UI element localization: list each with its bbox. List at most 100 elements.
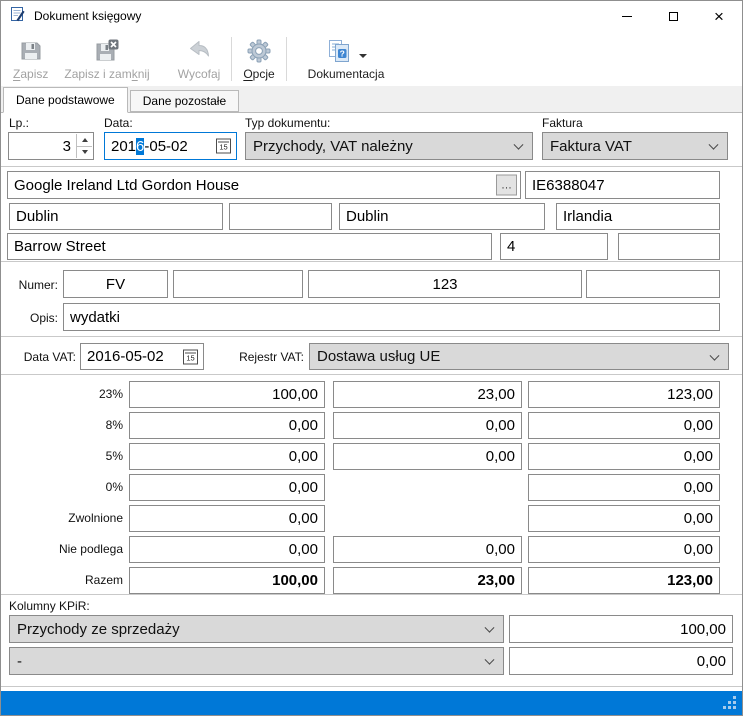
vat-gross-field[interactable]: 0,00 <box>528 505 720 532</box>
contractor-vat-id-field[interactable]: IE6388047 <box>525 171 720 199</box>
tab-dane-pozostale[interactable]: Dane pozostałe <box>130 90 239 112</box>
toolbar-separator <box>231 37 232 81</box>
vat-header-section: Data VAT: 2016-05-02 15 Rejestr VAT: Dos… <box>1 337 742 375</box>
kpir-amount-field[interactable]: 100,00 <box>509 615 733 643</box>
toolbar: Zapisz Zapisz i zamknij Wyc <box>1 31 742 86</box>
number-section: Numer: FV 123 Opis: wydatki <box>1 262 742 337</box>
undo-label: Wycofaj <box>178 67 221 81</box>
contractor-city-field[interactable]: Dublin <box>9 203 223 230</box>
vat-gross-field[interactable]: 123,00 <box>528 381 720 408</box>
invoice-label: Faktura <box>542 116 583 130</box>
contractor-lookup-button[interactable]: … <box>496 175 517 196</box>
kpir-section: Kolumny KPiR: Przychody ze sprzedaży 100… <box>1 595 742 687</box>
options-button[interactable]: Opcje <box>235 32 282 86</box>
number-prefix-field[interactable]: FV <box>63 270 168 298</box>
number-label: Numer: <box>1 278 58 292</box>
number-mid-field[interactable] <box>173 270 303 298</box>
vat-rate-label: Nie podlega <box>1 536 123 563</box>
vat-gross-field[interactable]: 0,00 <box>528 443 720 470</box>
vat-net-field[interactable]: 100,00 <box>129 381 325 408</box>
vat-gross-field[interactable]: 0,00 <box>528 412 720 439</box>
question-mark-glyph: ? <box>339 48 344 58</box>
date-field[interactable]: 2016-05-02 15 <box>104 132 237 160</box>
chevron-down-icon <box>709 140 719 150</box>
undo-arrow-icon <box>186 38 212 64</box>
kpir-label: Kolumny KPiR: <box>9 599 90 613</box>
contractor-postal-field[interactable] <box>229 203 332 230</box>
contractor-city2-field[interactable]: Dublin <box>339 203 545 230</box>
documentation-button[interactable]: ? Dokumentacja <box>300 32 393 86</box>
text-selection: 6 <box>136 138 144 155</box>
vat-date-label: Data VAT: <box>1 350 76 364</box>
vat-net-field[interactable]: 0,00 <box>129 443 325 470</box>
vat-rate-label: 0% <box>1 474 123 501</box>
undo-button: Wycofaj <box>170 32 229 86</box>
number-value-field[interactable]: 123 <box>308 270 582 298</box>
save-and-close-button: Zapisz i zamknij <box>56 32 157 86</box>
chevron-down-icon <box>485 655 495 665</box>
vat-rate-label: 23% <box>1 381 123 408</box>
kpir-column-dropdown[interactable]: - <box>9 647 504 675</box>
chevron-down-icon <box>485 623 495 633</box>
save-button: Zapisz <box>5 32 56 86</box>
vat-net-field[interactable]: 0,00 <box>129 505 325 532</box>
app-icon <box>10 6 26 27</box>
vat-tax-field[interactable]: 0,00 <box>333 412 522 439</box>
minimize-button[interactable] <box>604 1 650 31</box>
doc-type-dropdown[interactable]: Przychody, VAT należny <box>245 132 533 160</box>
tab-page: Lp.: Data: Typ dokumentu: Faktura 3 2016… <box>1 113 742 691</box>
vat-gross-field[interactable]: 0,00 <box>528 536 720 563</box>
description-field[interactable]: wydatki <box>63 303 720 331</box>
vat-rate-label: 8% <box>1 412 123 439</box>
number-suffix-field[interactable] <box>586 270 720 298</box>
vat-tax-field[interactable]: 23,00 <box>333 381 522 408</box>
lp-spinner <box>76 134 92 158</box>
save-label: Zapisz <box>13 67 48 81</box>
floppy-disk-close-icon <box>94 38 120 64</box>
vat-table-section: 23% 100,00 23,00 123,00 8% 0,00 0,00 0,0… <box>1 375 742 595</box>
lp-label: Lp.: <box>9 116 29 130</box>
vat-net-field[interactable]: 0,00 <box>129 474 325 501</box>
vat-net-field[interactable]: 0,00 <box>129 536 325 563</box>
document-window: Dokument księgowy × Zapisz <box>0 0 743 716</box>
tab-dane-podstawowe[interactable]: Dane podstawowe <box>3 87 128 113</box>
spinner-down-button[interactable] <box>77 146 92 159</box>
contractor-name-field[interactable]: Google Ireland Ltd Gordon House … <box>7 171 521 199</box>
contractor-country-field[interactable]: Irlandia <box>556 203 720 230</box>
vat-register-dropdown[interactable]: Dostawa usług UE <box>309 343 729 370</box>
vat-tax-field[interactable]: 0,00 <box>333 443 522 470</box>
vat-total-net-field: 100,00 <box>129 567 325 594</box>
maximize-icon <box>669 12 678 21</box>
contractor-street-field[interactable]: Barrow Street <box>7 233 492 260</box>
contractor-apartment-field[interactable] <box>618 233 720 260</box>
resize-grip[interactable] <box>723 696 726 699</box>
calendar-icon[interactable]: 15 <box>183 349 198 364</box>
date-label: Data: <box>104 116 133 130</box>
kpir-amount-field[interactable]: 0,00 <box>509 647 733 675</box>
kpir-column-dropdown[interactable]: Przychody ze sprzedaży <box>9 615 504 643</box>
description-label: Opis: <box>1 311 58 325</box>
chevron-down-icon <box>514 140 524 150</box>
down-arrow-icon <box>82 150 88 154</box>
vat-date-field[interactable]: 2016-05-02 15 <box>80 343 204 370</box>
vat-gross-field[interactable]: 0,00 <box>528 474 720 501</box>
dropdown-arrow-icon[interactable] <box>359 54 367 58</box>
vat-net-field[interactable]: 0,00 <box>129 412 325 439</box>
close-button[interactable]: × <box>696 1 742 31</box>
lp-field[interactable]: 3 <box>8 132 94 160</box>
vat-tax-field[interactable]: 0,00 <box>333 536 522 563</box>
contractor-building-field[interactable]: 4 <box>500 233 608 260</box>
options-label: Opcje <box>243 67 274 81</box>
vat-register-label: Rejestr VAT: <box>206 350 304 364</box>
documentation-help-icon: ? <box>326 38 352 64</box>
documentation-label: Dokumentacja <box>308 67 385 81</box>
close-icon: × <box>714 8 724 25</box>
invoice-type-dropdown[interactable]: Faktura VAT <box>542 132 728 160</box>
calendar-icon[interactable]: 15 <box>216 139 231 154</box>
statusbar <box>1 691 742 715</box>
spinner-up-button[interactable] <box>77 134 92 146</box>
gear-icon <box>246 38 272 64</box>
maximize-button[interactable] <box>650 1 696 31</box>
vat-total-tax-field: 23,00 <box>333 567 522 594</box>
toolbar-separator <box>286 37 287 81</box>
